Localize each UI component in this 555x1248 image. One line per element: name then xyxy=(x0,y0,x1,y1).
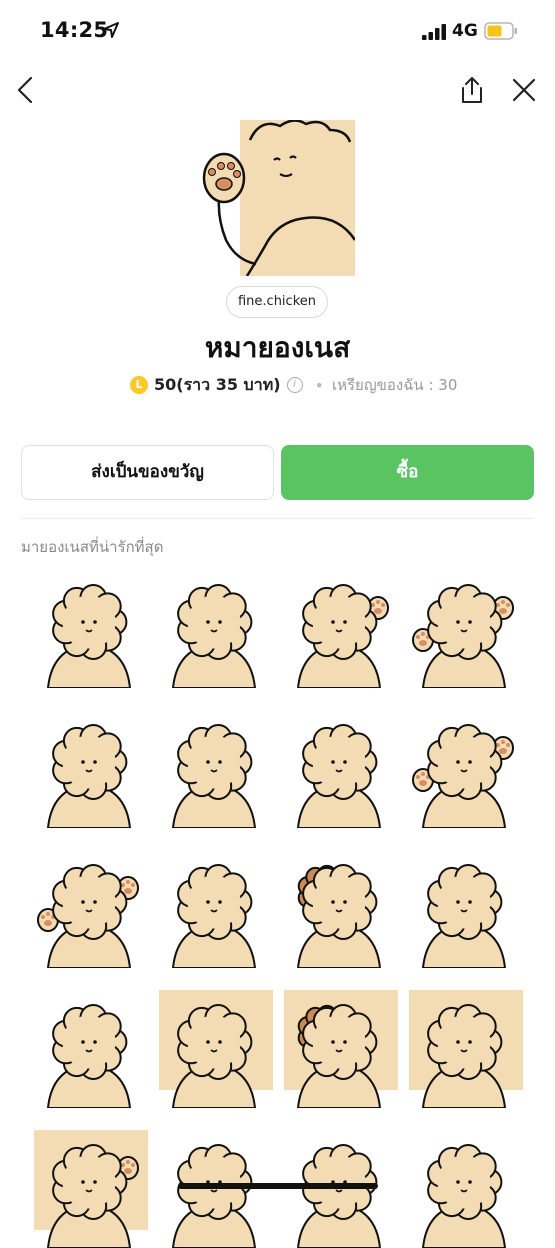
sticker-brown-friend-hug[interactable] xyxy=(280,850,398,968)
sticker-arms-crossed[interactable] xyxy=(155,570,273,688)
status-bar: 14:25 4G xyxy=(0,0,555,62)
sticker-two-friends-sigh[interactable] xyxy=(280,990,398,1108)
buy-button[interactable]: ซื้อ xyxy=(281,445,534,500)
my-coins-label: เหรียญของฉัน : 30 xyxy=(331,376,458,394)
sticker-thumbs-up[interactable] xyxy=(30,990,148,1108)
sticker-waving-closeup[interactable] xyxy=(30,1130,148,1248)
send-gift-button[interactable]: ส่งเป็นของขวัญ xyxy=(21,445,274,500)
sticker-surprised[interactable] xyxy=(405,1130,523,1248)
separator-dot: • xyxy=(314,375,324,395)
sticker-hiding-face[interactable] xyxy=(30,710,148,828)
battery-icon xyxy=(484,22,517,40)
close-icon[interactable] xyxy=(512,78,536,102)
divider xyxy=(21,518,534,519)
sticker-hugging-self[interactable] xyxy=(280,710,398,828)
info-icon[interactable]: i xyxy=(286,377,303,393)
sticker-annoyed[interactable] xyxy=(405,990,523,1108)
share-icon[interactable] xyxy=(459,76,485,104)
sticker-waving-paw[interactable] xyxy=(280,570,398,688)
line-coin-icon: L xyxy=(130,376,148,394)
sticker-both-paws-up[interactable] xyxy=(405,570,523,688)
sticker-sitting-paws[interactable] xyxy=(30,850,148,968)
sticker-sitting-hug[interactable] xyxy=(405,710,523,828)
home-indicator[interactable] xyxy=(178,1183,378,1189)
main-sticker-image xyxy=(202,120,355,276)
author-tag[interactable]: fine.chicken xyxy=(226,286,328,318)
sticker-side-glance[interactable] xyxy=(405,850,523,968)
status-time: 14:25 xyxy=(40,18,109,42)
back-chevron-icon[interactable] xyxy=(14,76,38,104)
sticker-peeking[interactable] xyxy=(155,1130,273,1248)
sticker-sighing[interactable] xyxy=(155,990,273,1108)
sticker-pack-title: หมายองเนส xyxy=(204,331,351,364)
sticker-hands-on-head[interactable] xyxy=(30,570,148,688)
price-label: 50(ราว 35 บาท) xyxy=(154,374,281,394)
sticker-looking-up[interactable] xyxy=(280,1130,398,1248)
price-row: L 50(ราว 35 บาท) i • เหรียญของฉัน : 30 xyxy=(130,374,457,396)
pack-description: มายองเนสที่น่ารักที่สุด xyxy=(21,538,164,556)
sticker-covering-mouth[interactable] xyxy=(155,850,273,968)
signal-bars-icon xyxy=(422,24,446,40)
network-type: 4G xyxy=(452,21,478,41)
sticker-smiling-stand[interactable] xyxy=(155,710,273,828)
location-arrow-icon xyxy=(103,22,119,38)
